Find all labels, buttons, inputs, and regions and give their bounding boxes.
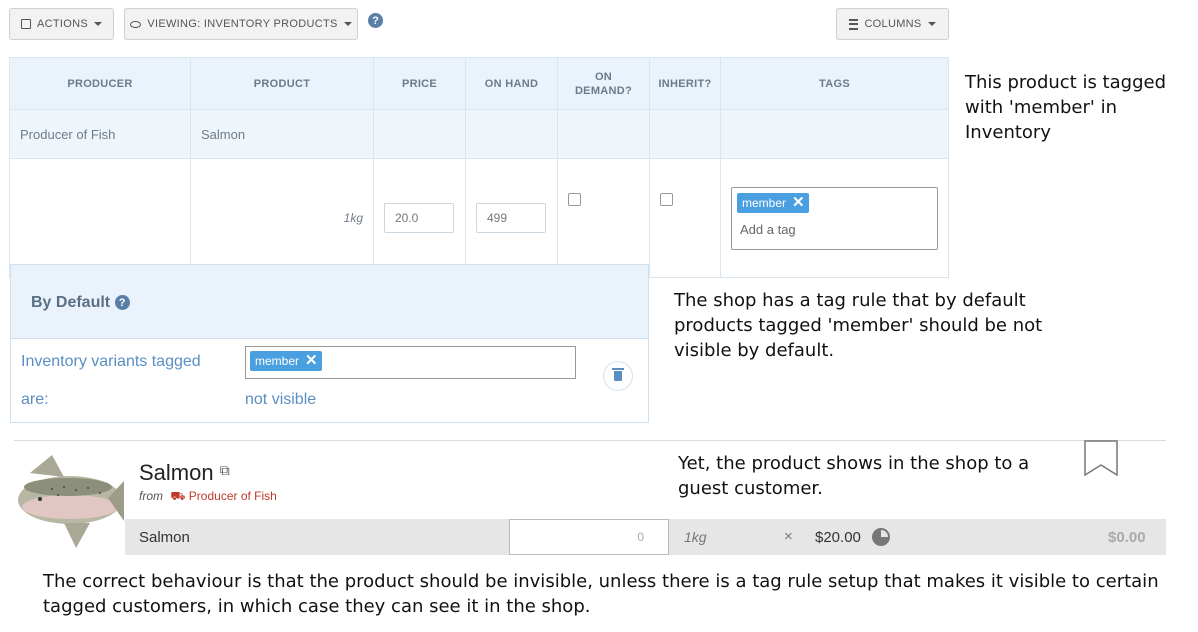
inventory-table: PRODUCER PRODUCT PRICE ON HAND ON DEMAND…	[9, 57, 949, 278]
shop-variant-name: Salmon	[139, 529, 190, 546]
column-header-tags[interactable]: TAGS	[720, 57, 949, 110]
delete-rule-button[interactable]	[603, 361, 633, 391]
product-cell: Salmon	[190, 109, 374, 159]
table-row-product: Producer of Fish Salmon	[9, 109, 949, 159]
close-icon[interactable]: ✕	[305, 353, 318, 368]
price-breakdown-icon[interactable]	[872, 528, 890, 546]
table-row-variant: 1kg 20.0 499 member ✕ Add a tag	[9, 158, 949, 278]
external-link-icon[interactable]: ⧉	[220, 462, 230, 479]
price-input[interactable]: 20.0	[384, 203, 454, 233]
annotation-note-4: The correct behaviour is that the produc…	[43, 571, 1159, 617]
producer-cell: Producer of Fish	[9, 109, 191, 159]
tag-label: member	[742, 195, 787, 210]
product-image	[12, 443, 124, 553]
close-icon[interactable]: ✕	[792, 195, 805, 210]
annotation-note-1: This product is tagged with 'member' in …	[965, 72, 1166, 143]
table-header-row: PRODUCER PRODUCT PRICE ON HAND ON DEMAND…	[9, 57, 949, 110]
shop-variant-total: $0.00	[1108, 529, 1146, 546]
tag-placeholder: Add a tag	[740, 221, 796, 237]
eye-icon	[130, 20, 142, 28]
shop-variant-price: $20.00	[815, 529, 861, 546]
tag-chip: member ✕	[737, 192, 809, 213]
checkbox-icon	[21, 19, 31, 29]
chevron-down-icon	[927, 22, 936, 26]
on-hand-input[interactable]: 499	[476, 203, 546, 233]
help-icon[interactable]: ?	[114, 295, 130, 310]
tag-chip: member ✕	[250, 351, 322, 371]
rule-visibility-value: not visible	[245, 391, 317, 408]
bookmark-icon[interactable]	[1084, 440, 1118, 477]
rule-label-line2: are:	[21, 391, 49, 408]
shop-product-name[interactable]: Salmon	[139, 460, 214, 485]
shop-divider	[14, 440, 1166, 441]
viewing-label: VIEWING: INVENTORY PRODUCTS	[147, 18, 338, 30]
column-header-on-demand[interactable]: ON DEMAND?	[557, 57, 650, 110]
shop-producer-link[interactable]: Producer of Fish	[189, 489, 277, 503]
annotation-note-3: Yet, the product shows in the shop to a …	[678, 453, 1030, 499]
times-sign: ×	[784, 528, 793, 545]
list-icon	[849, 18, 859, 30]
tags-input[interactable]: member ✕ Add a tag	[731, 186, 938, 250]
column-header-inherit[interactable]: INHERIT?	[649, 57, 721, 110]
default-rule-panel: By Default ? Inventory variants tagged a…	[10, 264, 649, 423]
column-header-on-hand[interactable]: ON HAND	[465, 57, 558, 110]
columns-label: COLUMNS	[864, 18, 922, 30]
trash-icon	[612, 368, 624, 381]
viewing-dropdown-button[interactable]: VIEWING: INVENTORY PRODUCTS	[124, 8, 358, 40]
shop-variant-unit: 1kg	[684, 529, 707, 545]
chevron-down-icon	[343, 22, 352, 26]
chevron-down-icon	[94, 22, 102, 26]
actions-button[interactable]: ACTIONS	[9, 8, 114, 40]
column-header-product[interactable]: PRODUCT	[190, 57, 374, 110]
from-label: from	[139, 489, 163, 503]
inherit-checkbox[interactable]	[660, 193, 673, 206]
columns-button[interactable]: COLUMNS	[836, 8, 949, 40]
variant-unit-cell: 1kg	[190, 158, 374, 278]
column-header-price[interactable]: PRICE	[373, 57, 466, 110]
column-header-producer[interactable]: PRODUCER	[9, 57, 191, 110]
actions-label: ACTIONS	[37, 18, 88, 30]
producer-icon: ⛟	[170, 489, 186, 503]
panel-title: By Default	[31, 294, 111, 311]
rule-tag-input[interactable]: member ✕	[245, 346, 576, 379]
tag-label: member	[255, 354, 300, 368]
help-icon[interactable]: ?	[368, 13, 383, 28]
quantity-input[interactable]: 0	[509, 519, 669, 555]
on-demand-checkbox[interactable]	[568, 193, 581, 206]
annotation-note-2: The shop has a tag rule that by default …	[674, 290, 1043, 361]
rule-label-line1: Inventory variants tagged	[21, 353, 201, 370]
